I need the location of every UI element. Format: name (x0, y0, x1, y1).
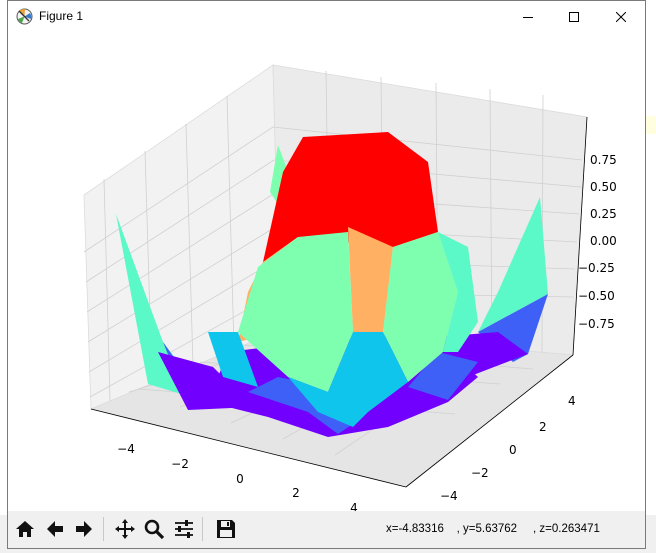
navigation-toolbar: x=-4.83316 , y=5.63762 , z=0.263471 (8, 511, 645, 548)
zoom-icon (144, 519, 165, 540)
minimize-button[interactable] (505, 1, 551, 32)
background-editor (646, 0, 656, 553)
maximize-button[interactable] (551, 1, 597, 32)
minimize-icon (523, 16, 533, 18)
x-tick-label: −4 (117, 442, 135, 456)
forward-icon (76, 521, 92, 537)
y-tick-label: 2 (539, 420, 547, 434)
figure-window: Figure 1 −4 −2 0 2 4 4 2 0 −2 −4 0.75 0.… (7, 0, 646, 549)
cursor-coordinates: x=-4.83316 , y=5.63762 , z=0.263471 (386, 523, 600, 535)
x-tick-label: −2 (171, 457, 189, 471)
matplotlib-icon (16, 8, 33, 25)
title-bar[interactable]: Figure 1 (8, 1, 645, 32)
configure-subplots-button[interactable] (171, 516, 197, 542)
z-tick-label: −0.50 (578, 289, 615, 303)
z-tick-label: 0.00 (590, 234, 617, 248)
back-button[interactable] (42, 516, 68, 542)
home-icon (16, 521, 34, 537)
y-tick-label: 4 (568, 394, 576, 408)
pan-button[interactable] (112, 516, 138, 542)
pan-icon (115, 519, 135, 539)
surface-plot-3d[interactable]: −4 −2 0 2 4 4 2 0 −2 −4 0.75 0.50 0.25 0… (8, 32, 645, 515)
toolbar-separator (202, 517, 203, 541)
close-icon (616, 11, 626, 22)
forward-button[interactable] (71, 516, 97, 542)
y-tick-label: 0 (509, 443, 517, 457)
background-editor-highlight (646, 116, 656, 134)
zoom-button[interactable] (141, 516, 167, 542)
back-icon (47, 521, 63, 537)
z-tick-label: 0.25 (590, 207, 617, 221)
toolbar-separator (103, 517, 104, 541)
home-button[interactable] (12, 516, 38, 542)
maximize-icon (569, 11, 579, 22)
x-tick-label: 2 (292, 486, 300, 500)
x-tick-label: 0 (236, 472, 244, 486)
figure-canvas[interactable]: −4 −2 0 2 4 4 2 0 −2 −4 0.75 0.50 0.25 0… (8, 32, 645, 515)
configure-icon (175, 520, 193, 538)
z-tick-label: 0.50 (590, 180, 617, 194)
z-tick-label: −0.25 (578, 261, 615, 275)
y-tick-label: −4 (440, 489, 458, 503)
y-tick-label: −2 (471, 466, 489, 480)
z-tick-label: 0.75 (590, 153, 617, 167)
close-button[interactable] (598, 1, 644, 32)
save-button[interactable] (213, 516, 239, 542)
z-tick-label: −0.75 (578, 317, 615, 331)
save-icon (217, 520, 235, 538)
x-tick-label: 4 (350, 501, 358, 511)
window-title: Figure 1 (39, 9, 84, 23)
